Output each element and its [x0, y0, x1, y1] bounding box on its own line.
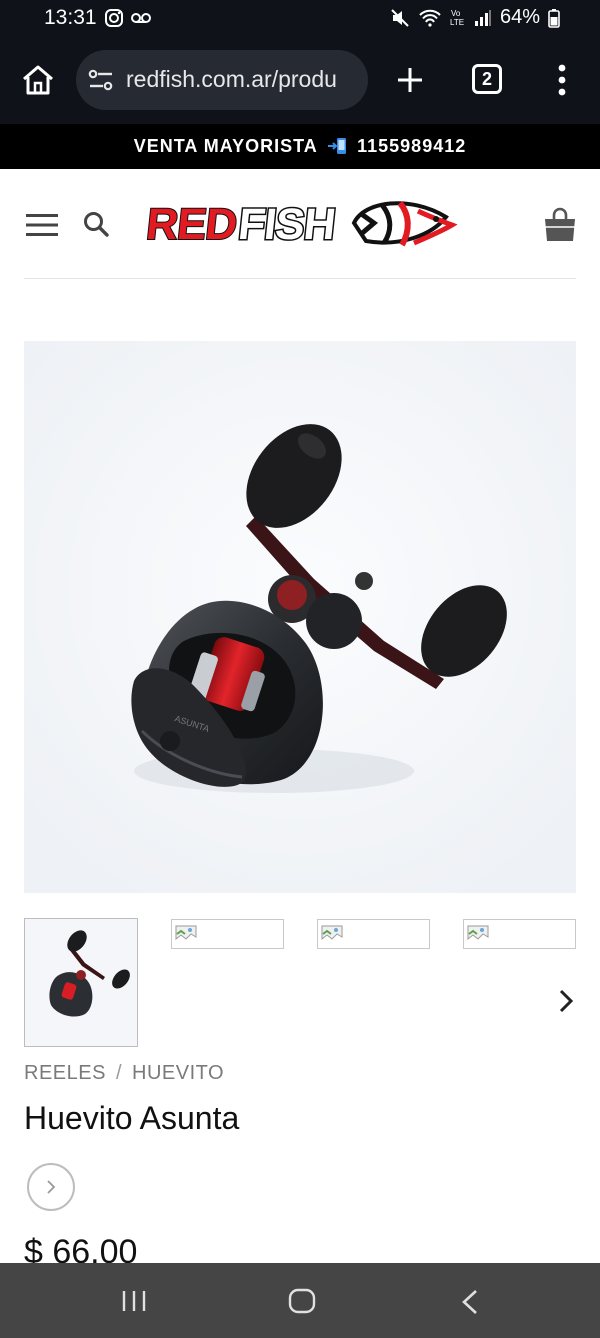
site-settings-icon[interactable] [88, 68, 114, 92]
shopping-bag-icon[interactable] [542, 207, 578, 243]
status-time: 13:31 [44, 6, 97, 29]
search-icon[interactable] [82, 210, 110, 238]
hamburger-menu-icon[interactable] [26, 213, 58, 237]
broken-image-icon [467, 925, 489, 941]
product-thumbnail-1[interactable] [24, 918, 138, 1047]
redfish-logo[interactable]: RED FISH [142, 191, 460, 257]
back-icon[interactable] [458, 1288, 482, 1316]
address-bar[interactable]: redfish.com.ar/produ [76, 50, 368, 110]
svg-text:LTE: LTE [450, 18, 464, 27]
arrow-phone-icon [328, 138, 347, 154]
announcement-text: VENTA MAYORISTA [133, 136, 318, 156]
breadcrumb-separator: / [115, 1062, 122, 1084]
url-text[interactable]: redfish.com.ar/produ [126, 66, 358, 93]
plus-icon[interactable] [392, 62, 428, 98]
header-divider [24, 278, 576, 279]
volte-icon: VoLTE [450, 9, 464, 27]
browser-toolbar: redfish.com.ar/produ 2 [0, 36, 600, 124]
chevron-right-icon[interactable] [556, 987, 576, 1015]
breadcrumb-link-reeles[interactable]: REELES [24, 1062, 106, 1084]
chevron-right-icon [47, 1180, 56, 1194]
wifi-icon [419, 9, 441, 27]
breadcrumb: REELES / HUEVITO [24, 1062, 224, 1085]
baitcasting-reel-image: ASUNTA [24, 341, 576, 893]
product-main-image[interactable]: ASUNTA [24, 341, 576, 893]
more-vertical-icon[interactable] [548, 60, 576, 100]
broken-image-icon [175, 925, 197, 941]
tab-switcher-button[interactable]: 2 [472, 64, 502, 94]
site-header: RED FISH [0, 169, 600, 279]
reel-thumbnail-image [25, 919, 137, 1046]
signal-icon [474, 9, 491, 26]
product-thumbnail-2[interactable] [171, 919, 284, 949]
announcement-bar[interactable]: VENTA MAYORISTA 1155989412 [0, 124, 600, 169]
battery-icon [548, 8, 560, 28]
home-icon[interactable] [18, 60, 58, 100]
product-title: Huevito Asunta [24, 1100, 240, 1136]
voicemail-icon [131, 13, 151, 23]
system-navigation-bar [0, 1263, 600, 1338]
home-nav-icon[interactable] [288, 1288, 316, 1314]
status-bar: 13:31 Vo LTE 64% [0, 0, 600, 36]
battery-percent: 64% [499, 6, 540, 28]
next-product-button[interactable] [27, 1163, 75, 1211]
announcement-phone: 1155989412 [357, 136, 467, 156]
recent-apps-icon[interactable] [120, 1289, 148, 1313]
mute-icon [391, 8, 409, 27]
product-thumbnail-3[interactable] [317, 919, 430, 949]
svg-text:RED: RED [144, 200, 239, 249]
instagram-icon [105, 9, 123, 27]
product-thumbnail-4[interactable] [463, 919, 576, 949]
svg-text:Vo: Vo [451, 9, 461, 18]
broken-image-icon [321, 925, 343, 941]
breadcrumb-link-huevito[interactable]: HUEVITO [132, 1062, 224, 1084]
svg-text:FISH: FISH [236, 200, 337, 249]
